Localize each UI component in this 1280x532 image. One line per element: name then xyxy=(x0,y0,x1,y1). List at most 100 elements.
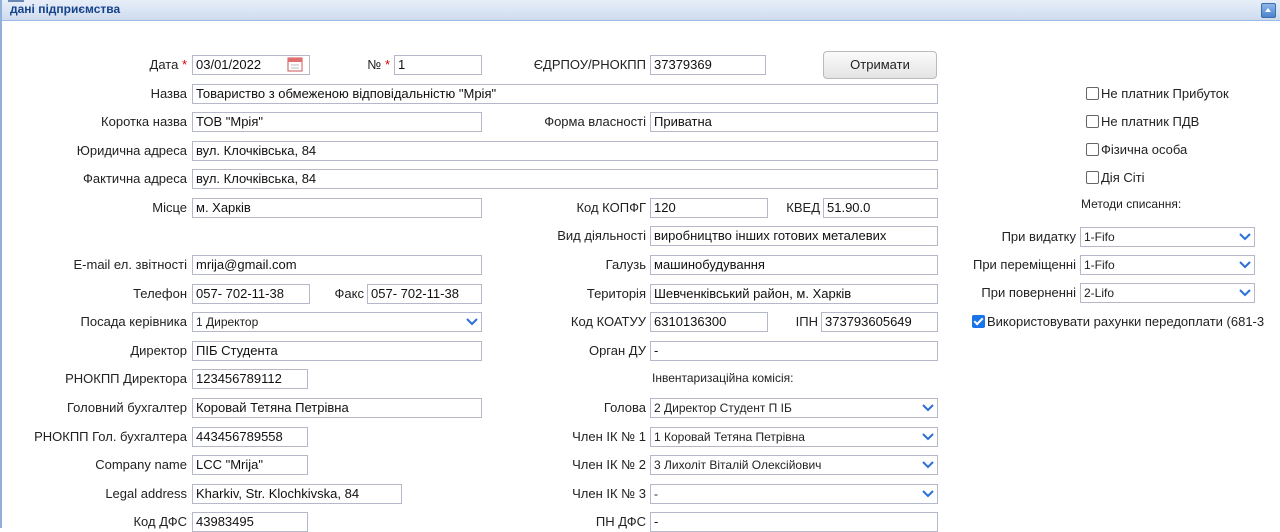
place-label: Місце xyxy=(152,200,187,215)
date-label: Дата * xyxy=(149,57,187,72)
territory-input[interactable]: Шевченківський район, м. Харків xyxy=(650,284,938,304)
on-issue-select[interactable]: 1-Fifo xyxy=(1080,227,1255,247)
number-input[interactable]: 1 xyxy=(394,55,482,75)
on-move-select[interactable]: 1-Fifo xyxy=(1080,255,1255,275)
koatuu-input[interactable]: 6310136300 xyxy=(650,312,768,332)
kved-input[interactable]: 51.90.0 xyxy=(823,198,938,218)
member3-value: - xyxy=(654,487,658,501)
chairman-select[interactable]: 2 Директор Студент П ІБ xyxy=(650,398,938,418)
on-return-value: 2-Lifo xyxy=(1084,286,1115,300)
pn-dfs-input[interactable]: - xyxy=(650,512,938,532)
on-move-value: 1-Fifo xyxy=(1084,258,1115,272)
prepay-accounts-label: Використовувати рахунки передоплати (681… xyxy=(987,314,1265,329)
panel-header: дані підприємства xyxy=(0,0,1280,21)
member2-select[interactable]: 3 Лихоліт Віталій Олексійович xyxy=(650,455,938,475)
name-input[interactable]: Товариство з обмеженою відповідальністю … xyxy=(192,84,938,104)
chevron-down-icon[interactable] xyxy=(922,489,934,498)
chevron-down-icon[interactable] xyxy=(1239,232,1251,241)
ipn-input[interactable]: 373793605649 xyxy=(821,312,938,332)
calendar-icon[interactable] xyxy=(287,56,303,72)
chevron-down-icon[interactable] xyxy=(922,460,934,469)
director-input[interactable]: ПІБ Студента xyxy=(192,341,482,361)
legal-address-label: Юридична адреса xyxy=(76,143,187,158)
head-position-value: 1 Директор xyxy=(196,315,259,329)
dfs-code-input[interactable]: 43983495 xyxy=(192,512,308,532)
director-rnokpp-label: РНОКПП Директора xyxy=(65,371,187,386)
not-profit-payer-label: Не платник Прибуток xyxy=(1101,86,1229,101)
member1-value: 1 Коровай Тетяна Петрівна xyxy=(654,430,805,444)
company-name-input[interactable]: LCC "Mrija" xyxy=(192,455,308,475)
fax-input[interactable]: 057- 702-11-38 xyxy=(367,284,482,304)
edrpou-input[interactable]: 37379369 xyxy=(650,55,766,75)
legal-address-input[interactable]: вул. Клочківська, 84 xyxy=(192,141,938,161)
collapse-icon[interactable] xyxy=(1261,3,1276,18)
head-position-select[interactable]: 1 Директор xyxy=(192,312,482,332)
fax-label: Факс xyxy=(334,286,364,301)
not-vat-payer-checkbox[interactable]: Не платник ПДВ xyxy=(1086,114,1199,129)
dia-city-label: Дія Сіті xyxy=(1101,170,1145,185)
ownership-input[interactable]: Приватна xyxy=(650,112,938,132)
panel-title: дані підприємства xyxy=(10,2,121,16)
member2-value: 3 Лихоліт Віталій Олексійович xyxy=(654,458,822,472)
member2-label: Член ІК № 2 xyxy=(572,457,646,472)
chevron-down-icon[interactable] xyxy=(466,317,478,326)
actual-address-label: Фактична адреса xyxy=(83,171,187,186)
accountant-rnokpp-label: РНОКПП Гол. бухгалтера xyxy=(34,429,187,444)
place-input[interactable]: м. Харків xyxy=(192,198,482,218)
kopfg-input[interactable]: 120 xyxy=(650,198,768,218)
phone-input[interactable]: 057- 702-11-38 xyxy=(192,284,310,304)
koatuu-label: Код КОАТУУ xyxy=(570,314,646,329)
chief-accountant-input[interactable]: Коровай Тетяна Петрівна xyxy=(192,398,482,418)
activity-input[interactable]: виробництво інших готових металевих xyxy=(650,226,938,246)
head-position-label: Посада керівника xyxy=(80,314,187,329)
industry-input[interactable]: машинобудування xyxy=(650,255,938,275)
legal-address-en-label: Legal address xyxy=(105,486,187,501)
dia-city-checkbox[interactable]: Дія Сіті xyxy=(1086,170,1144,185)
checkbox-box[interactable] xyxy=(1086,143,1099,156)
legal-address-en-input[interactable]: Kharkiv, Str. Klochkivska, 84 xyxy=(192,484,402,504)
checkbox-box-checked[interactable] xyxy=(972,315,985,328)
checkbox-box[interactable] xyxy=(1086,171,1099,184)
inventory-commission-title: Інвентаризаційна комісія: xyxy=(652,371,794,385)
panel-left-border xyxy=(0,20,2,528)
email-input[interactable]: mrija@gmail.com xyxy=(192,255,482,275)
accountant-rnokpp-input[interactable]: 443456789558 xyxy=(192,427,308,447)
on-return-select[interactable]: 2-Lifo xyxy=(1080,283,1255,303)
member3-select[interactable]: - xyxy=(650,484,938,504)
short-name-input[interactable]: ТОВ "Мрія" xyxy=(192,112,482,132)
get-button[interactable]: Отримати xyxy=(823,51,937,79)
director-rnokpp-input[interactable]: 123456789112 xyxy=(192,369,308,389)
chevron-down-icon[interactable] xyxy=(1239,288,1251,297)
prepay-accounts-checkbox[interactable]: Використовувати рахунки передоплати (681… xyxy=(972,314,1280,329)
ownership-label: Форма власності xyxy=(544,114,646,129)
individual-checkbox[interactable]: Фізична особа xyxy=(1086,142,1187,157)
organ-du-input[interactable]: - xyxy=(650,341,938,361)
checkbox-box[interactable] xyxy=(1086,115,1099,128)
ipn-label: ІПН xyxy=(795,314,818,329)
checkbox-box[interactable] xyxy=(1086,87,1099,100)
not-profit-payer-checkbox[interactable]: Не платник Прибуток xyxy=(1086,86,1229,101)
actual-address-input[interactable]: вул. Клочківська, 84 xyxy=(192,169,938,189)
email-label: E-mail ел. звітності xyxy=(73,257,187,272)
member1-label: Член ІК № 1 xyxy=(572,429,646,444)
territory-label: Територія xyxy=(586,286,646,301)
short-name-label: Коротка назва xyxy=(101,114,187,129)
activity-label: Вид діяльності xyxy=(557,228,646,243)
chevron-down-icon[interactable] xyxy=(1239,260,1251,269)
name-label: Назва xyxy=(150,86,187,101)
kved-label: КВЕД xyxy=(786,200,820,215)
chairman-value: 2 Директор Студент П ІБ xyxy=(654,401,792,415)
phone-label: Телефон xyxy=(133,286,187,301)
on-return-label: При поверненні xyxy=(981,285,1076,300)
pn-dfs-label: ПН ДФС xyxy=(595,514,646,529)
on-issue-label: При видатку xyxy=(1001,229,1076,244)
industry-label: Галузь xyxy=(605,257,646,272)
organ-du-label: Орган ДУ xyxy=(588,343,646,358)
chevron-down-icon[interactable] xyxy=(922,432,934,441)
chevron-down-icon[interactable] xyxy=(922,403,934,412)
edrpou-label: ЄДРПОУ/РНОКПП xyxy=(533,57,646,72)
director-label: Директор xyxy=(130,343,187,358)
number-label: № * xyxy=(367,57,390,72)
kopfg-label: Код КОПФГ xyxy=(576,200,646,215)
member1-select[interactable]: 1 Коровай Тетяна Петрівна xyxy=(650,427,938,447)
